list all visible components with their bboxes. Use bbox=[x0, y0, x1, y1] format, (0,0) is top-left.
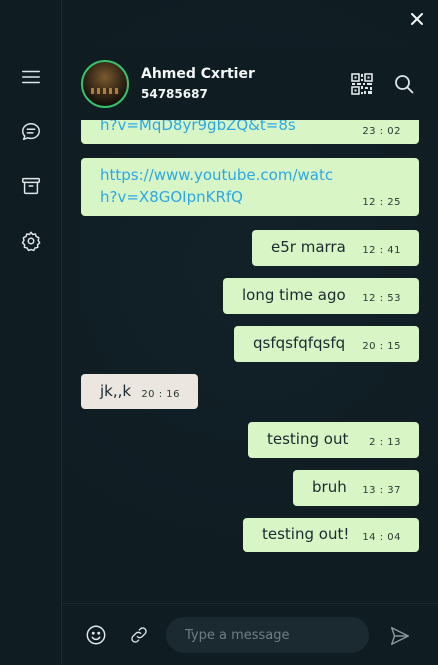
message-text: testing out bbox=[267, 430, 349, 448]
message-time: 20 : 15 bbox=[362, 341, 401, 352]
avatar[interactable] bbox=[81, 60, 129, 108]
message-text: qsfqsfqfqsfq bbox=[253, 334, 346, 352]
message-bubble[interactable]: testing out 2 : 13 bbox=[248, 422, 419, 458]
message-bubble[interactable]: testing out! 14 : 04 bbox=[243, 518, 419, 552]
message-bubble[interactable]: e5r marra 12 : 41 bbox=[252, 230, 419, 266]
contact-phone: 54785687 bbox=[141, 87, 208, 101]
qr-code-icon[interactable] bbox=[351, 73, 373, 95]
message-composer bbox=[63, 603, 438, 665]
archive-icon[interactable] bbox=[19, 174, 43, 198]
message-text: testing out! bbox=[262, 525, 350, 543]
message-time: 2 : 13 bbox=[369, 437, 401, 448]
message-time: 12 : 25 bbox=[362, 197, 401, 208]
message-time: 23 : 02 bbox=[362, 126, 401, 137]
message-time: 20 : 16 bbox=[141, 389, 180, 400]
message-input[interactable] bbox=[166, 617, 369, 653]
search-icon[interactable] bbox=[394, 74, 414, 94]
emoji-icon[interactable] bbox=[85, 624, 107, 646]
menu-icon[interactable] bbox=[19, 65, 43, 89]
message-bubble[interactable]: https://www.youtube.com/watch?v=X8GOIpnK… bbox=[81, 158, 419, 216]
message-bubble[interactable]: long time ago 12 : 53 bbox=[223, 278, 419, 314]
message-bubble[interactable]: jk,,k 20 : 16 bbox=[81, 374, 198, 409]
chat-panel: h?v=MqD8yr9gbZQ&t=8s 23 : 02 https://www… bbox=[63, 0, 438, 665]
message-text: long time ago bbox=[242, 286, 346, 304]
message-text: e5r marra bbox=[271, 238, 346, 256]
chat-app: h?v=MqD8yr9gbZQ&t=8s 23 : 02 https://www… bbox=[0, 0, 438, 665]
send-icon[interactable] bbox=[389, 625, 411, 647]
chat-icon[interactable] bbox=[19, 120, 43, 144]
message-link[interactable]: https://www.youtube.com/watch?v=X8GOIpnK… bbox=[100, 164, 350, 208]
message-text: jk,,k bbox=[100, 382, 132, 400]
message-bubble[interactable]: qsfqsfqfqsfq 20 : 15 bbox=[234, 326, 419, 362]
sidebar bbox=[0, 0, 62, 665]
settings-icon[interactable] bbox=[19, 229, 43, 253]
message-time: 13 : 37 bbox=[362, 485, 401, 496]
chat-header: Ahmed Cxrtier 54785687 bbox=[63, 50, 438, 120]
contact-name: Ahmed Cxrtier bbox=[141, 66, 255, 82]
close-icon[interactable] bbox=[408, 10, 426, 28]
message-time: 12 : 53 bbox=[362, 293, 401, 304]
message-bubble[interactable]: bruh 13 : 37 bbox=[293, 470, 419, 506]
link-icon[interactable] bbox=[129, 625, 149, 645]
message-time: 14 : 04 bbox=[362, 532, 401, 543]
message-time: 12 : 41 bbox=[362, 245, 401, 256]
message-text: bruh bbox=[312, 478, 347, 496]
